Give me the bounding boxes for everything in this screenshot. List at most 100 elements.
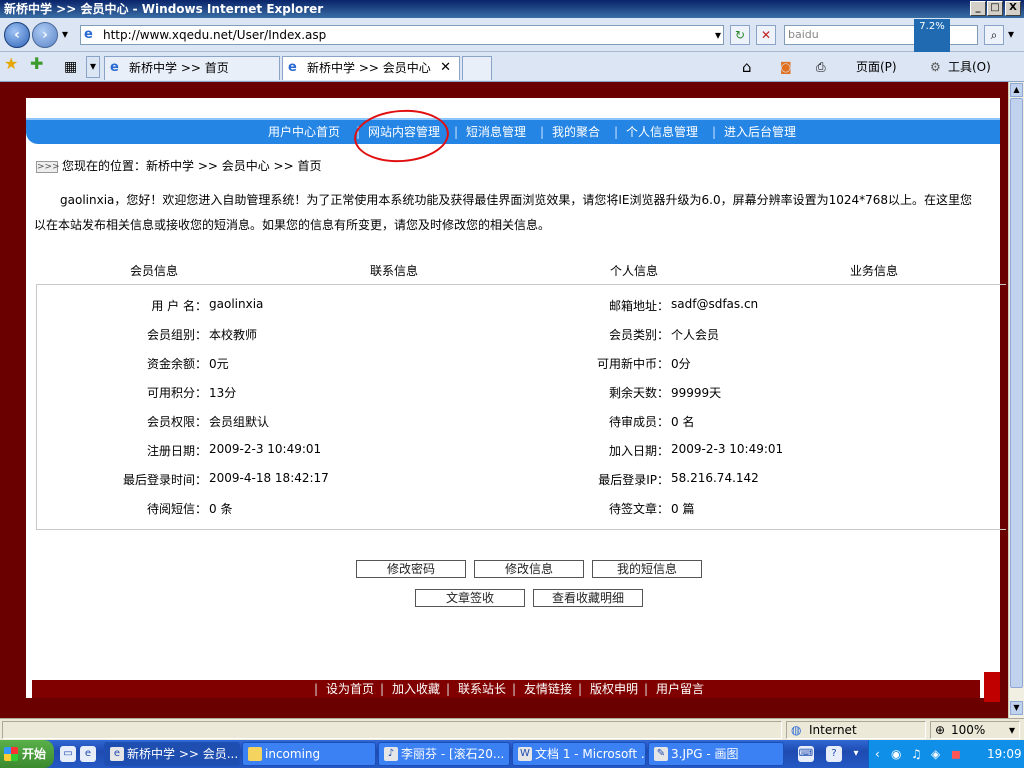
field-value-email: sadf@sdfas.cn: [671, 297, 759, 311]
nav-message-management[interactable]: 短消息管理: [466, 120, 526, 144]
antivirus-tray-icon[interactable]: ◼: [951, 740, 961, 768]
help-icon[interactable]: ?: [826, 746, 842, 762]
search-options-icon[interactable]: ▾: [1004, 25, 1018, 45]
tools-gear-icon[interactable]: ⚙: [930, 58, 941, 76]
close-window-button[interactable]: X: [1005, 1, 1021, 16]
address-input[interactable]: e http://www.xqedu.net/User/Index.asp: [80, 25, 724, 45]
change-password-button[interactable]: 修改密码: [356, 560, 466, 578]
keyboard-icon[interactable]: ⌨: [798, 746, 814, 762]
feeds-icon[interactable]: ◙: [780, 58, 792, 76]
footer-add-favorite-link[interactable]: 加入收藏: [392, 680, 440, 698]
page-decoration-block: [984, 672, 1000, 702]
tab-list-icon[interactable]: ▾: [86, 56, 100, 78]
tab-business-info[interactable]: 业务信息: [850, 262, 898, 279]
article-signin-button[interactable]: 文章签收: [415, 589, 525, 607]
status-text-cell: [2, 721, 782, 739]
scroll-up-icon[interactable]: ▲: [1010, 83, 1023, 97]
player-icon: ♪: [384, 747, 398, 761]
task-word-document[interactable]: W 文档 1 - Microsoft ...: [512, 742, 646, 766]
favorites-star-icon[interactable]: ★: [4, 55, 18, 73]
nav-admin-backend[interactable]: 进入后台管理: [724, 120, 796, 144]
tab-contact-info[interactable]: 联系信息: [370, 262, 418, 279]
back-icon[interactable]: ‹: [4, 22, 30, 48]
nav-my-aggregation[interactable]: 我的聚合: [552, 120, 600, 144]
security-zone-text: Internet: [809, 723, 857, 737]
address-dropdown-icon[interactable]: ▾: [708, 26, 728, 46]
show-desktop-icon[interactable]: ▭: [60, 746, 76, 762]
page-menu[interactable]: 页面(P): [856, 58, 897, 76]
zoom-dropdown-icon: ▾: [1008, 723, 1015, 737]
task-ie-member-center[interactable]: e 新桥中学 >> 会员...: [104, 742, 240, 766]
close-tab-icon[interactable]: ✕: [440, 57, 451, 79]
ie-quicklaunch-icon[interactable]: e: [80, 746, 96, 762]
footer-copyright-link[interactable]: 版权申明: [590, 680, 638, 698]
history-dropdown-icon[interactable]: ▾: [58, 25, 72, 45]
edit-info-button[interactable]: 修改信息: [474, 560, 584, 578]
add-favorites-icon[interactable]: ✚: [30, 55, 43, 73]
nav-personal-info-management[interactable]: 个人信息管理: [626, 120, 698, 144]
task-paint[interactable]: ✎ 3.JPG - 画图: [648, 742, 784, 766]
vertical-scrollbar[interactable]: ▲ ▼: [1008, 82, 1024, 718]
refresh-icon[interactable]: ↻: [730, 25, 750, 45]
quick-tabs-icon[interactable]: ▦: [64, 58, 77, 76]
network-tray-icon[interactable]: ◉: [891, 740, 901, 768]
footer-set-homepage-link[interactable]: 设为首页: [326, 680, 374, 698]
print-icon[interactable]: ⎙: [816, 58, 826, 76]
stop-icon[interactable]: ✕: [756, 25, 776, 45]
new-tab-button[interactable]: [462, 56, 492, 80]
footer-separator: |: [380, 682, 385, 696]
page-viewport: 用户中心首页 | 网站内容管理 | 短消息管理 | 我的聚合 | 个人信息管理 …: [0, 82, 1008, 718]
scroll-down-icon[interactable]: ▼: [1010, 701, 1023, 715]
my-messages-button[interactable]: 我的短信息: [592, 560, 702, 578]
security-tray-icon[interactable]: ◈: [931, 740, 940, 768]
forward-icon[interactable]: ›: [32, 22, 58, 48]
language-dropdown-icon[interactable]: ▾: [848, 746, 864, 762]
member-info-panel: 用 户 名： gaolinxia 会员组别： 本校教师 资金余额： 0元 可用积…: [36, 284, 1006, 530]
nav-separator: |: [454, 125, 459, 139]
footer-guestbook-link[interactable]: 用户留言: [656, 680, 704, 698]
search-icon[interactable]: ⌕: [984, 25, 1004, 45]
welcome-line-1: gaolinxia，您好！欢迎您进入自助管理系统！为了正常使用本系统功能及获得最…: [60, 193, 973, 207]
volume-tray-icon[interactable]: ♫: [911, 740, 922, 768]
ie-task-icon: e: [110, 747, 124, 761]
tab-personal-info[interactable]: 个人信息: [610, 262, 658, 279]
nav-user-center-home[interactable]: 用户中心首页: [268, 120, 340, 144]
maximize-button[interactable]: □: [987, 1, 1003, 16]
task-media-player[interactable]: ♪ 李丽芬 - [滚石20...: [378, 742, 510, 766]
clock[interactable]: 19:09: [987, 740, 1022, 768]
field-value-username: gaolinxia: [209, 297, 264, 311]
field-label: 可用新中币：: [596, 357, 669, 371]
nav-separator: |: [614, 125, 619, 139]
footer-contact-link[interactable]: 联系站长: [458, 680, 506, 698]
tab-home[interactable]: e 新桥中学 >> 首页: [104, 56, 280, 80]
tab-member-info[interactable]: 会员信息: [130, 262, 178, 279]
zoom-cell[interactable]: ⊕ 100% ▾: [930, 721, 1020, 739]
scroll-thumb[interactable]: [1010, 98, 1023, 688]
footer-separator: |: [314, 682, 319, 696]
field-label: 会员权限：: [146, 415, 207, 429]
field-label: 用 户 名：: [151, 299, 207, 313]
minimize-button[interactable]: _: [970, 1, 986, 16]
ie-page-icon: e: [84, 27, 93, 42]
task-label: incoming: [265, 747, 321, 761]
tools-menu[interactable]: 工具(O): [948, 58, 991, 76]
tray-expand-icon[interactable]: ‹: [875, 740, 880, 768]
field-label: 剩余天数：: [608, 386, 669, 400]
zoom-level: 100%: [951, 723, 986, 737]
home-icon[interactable]: ⌂: [742, 58, 752, 76]
nav-separator: |: [712, 125, 717, 139]
ie-tab-icon: e: [110, 60, 119, 75]
field-value-last-login-ip: 58.216.74.142: [671, 471, 759, 485]
security-zone-cell[interactable]: ◍ Internet: [786, 721, 926, 739]
field-value-group: 本校教师: [209, 328, 258, 342]
task-incoming-folder[interactable]: incoming: [242, 742, 376, 766]
field-label: 最后登录时间：: [122, 473, 207, 487]
footer-separator: |: [644, 682, 649, 696]
view-favorites-button[interactable]: 查看收藏明细: [533, 589, 643, 607]
system-tray: ‹ ◉ ♫ ◈ ◼ 19:09: [868, 740, 1024, 768]
start-button[interactable]: 开始: [0, 740, 54, 768]
tab-member-center[interactable]: e 新桥中学 >> 会员中心 ✕: [282, 56, 460, 80]
window-title: 新桥中学 >> 会员中心 - Windows Internet Explorer: [4, 2, 324, 16]
word-icon: W: [518, 747, 532, 761]
footer-friend-links[interactable]: 友情链接: [524, 680, 572, 698]
